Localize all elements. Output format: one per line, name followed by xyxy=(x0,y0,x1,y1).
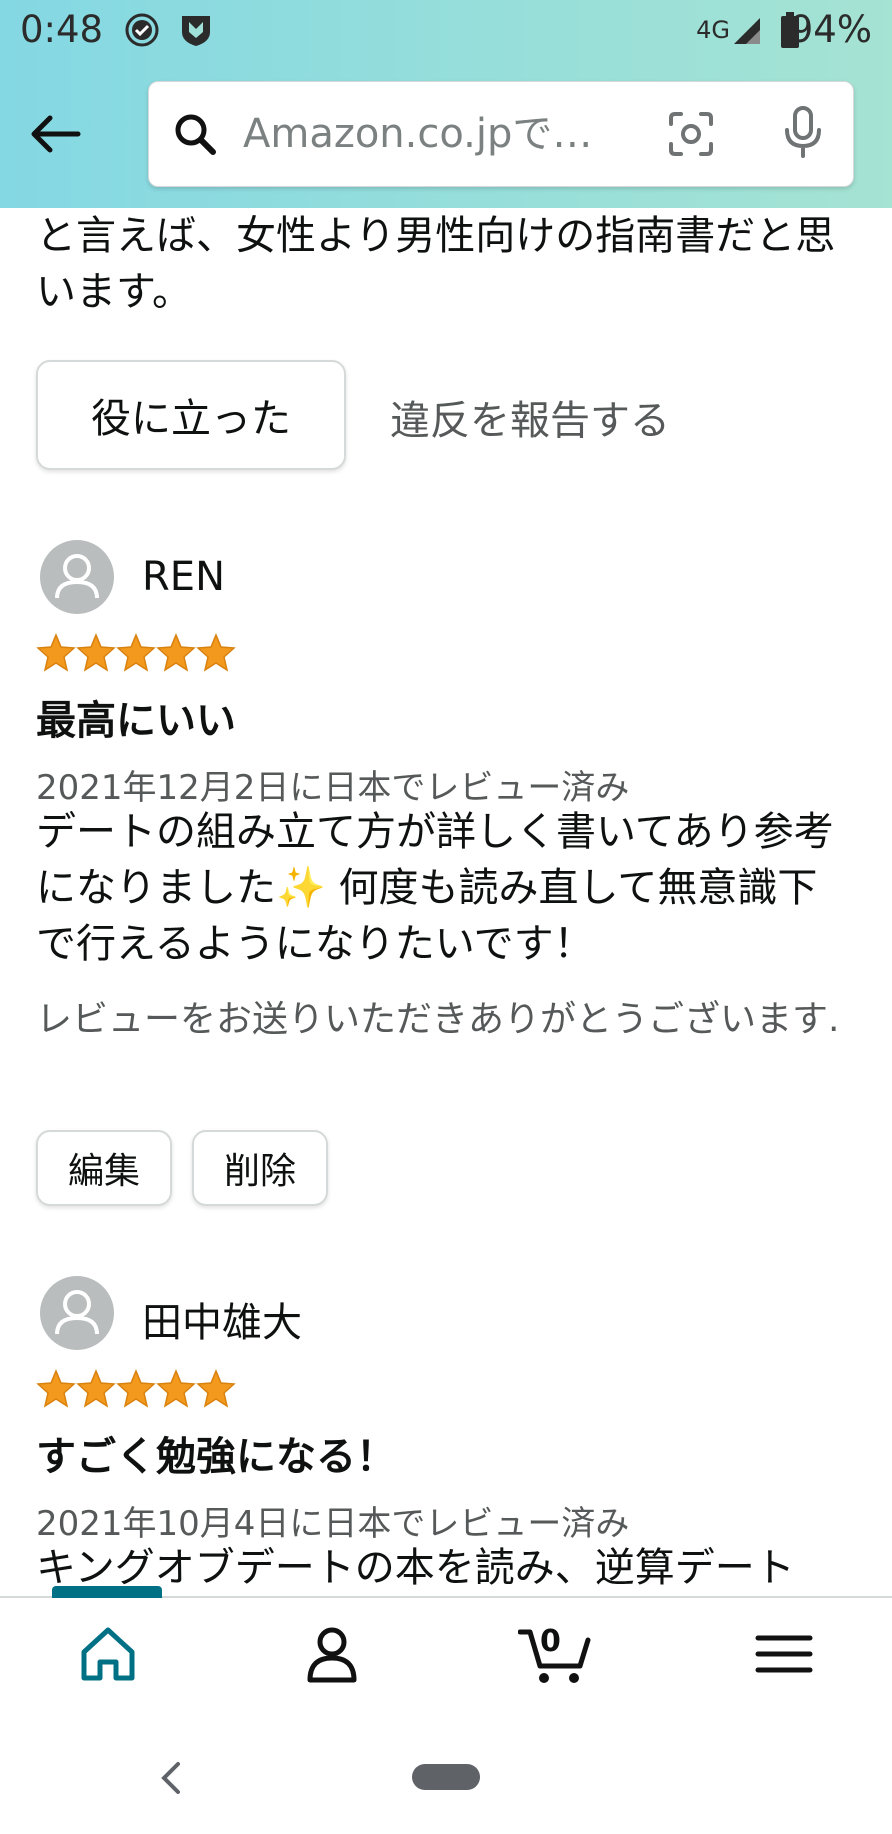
review-card: REN 最高にいい 2021年12月2日に日本でレビュー済み デートの組み立て方… xyxy=(36,540,856,1220)
cart-count: 0 xyxy=(540,1624,561,1659)
system-nav-bar xyxy=(0,1718,892,1834)
check-circle-icon xyxy=(125,13,159,47)
account-icon[interactable] xyxy=(300,1622,364,1686)
star-icon xyxy=(36,1369,76,1408)
active-tab-indicator xyxy=(52,1586,162,1598)
status-bar: 0:48 4G 94% xyxy=(0,0,892,62)
star-icon xyxy=(76,1369,116,1408)
review-card: 田中雄大 すごく勉強になる！ 2021年10月4日に日本でレビュー済み キングオ… xyxy=(36,1276,856,1596)
star-icon xyxy=(196,633,236,672)
helpful-button[interactable]: 役に立った xyxy=(36,360,346,470)
camera-scan-icon[interactable] xyxy=(667,110,715,158)
review-title: 最高にいい xyxy=(36,698,236,744)
star-rating xyxy=(36,1368,236,1408)
star-icon xyxy=(156,1369,196,1408)
signal-icon xyxy=(734,18,760,44)
cart-button[interactable]: 0 xyxy=(518,1622,594,1686)
microphone-icon[interactable] xyxy=(779,106,827,160)
system-back-icon[interactable] xyxy=(156,1758,186,1798)
battery-percent: 94% xyxy=(789,8,872,51)
shield-icon xyxy=(182,16,210,46)
report-abuse-link[interactable]: 違反を報告する xyxy=(390,388,670,446)
menu-icon[interactable] xyxy=(752,1622,816,1686)
network-type: 4G xyxy=(696,16,730,44)
avatar-icon xyxy=(40,1276,114,1350)
star-icon xyxy=(196,1369,236,1408)
search-icon xyxy=(175,114,216,155)
thanks-message: レビューをお送りいただきありがとうございます. xyxy=(36,999,840,1040)
app-header: 0:48 4G 94% xyxy=(0,0,892,208)
previous-review-body: と言えば、女性より男性向けの指南書だと思います。 xyxy=(36,213,836,315)
star-icon xyxy=(76,633,116,672)
back-arrow-icon[interactable] xyxy=(28,112,82,156)
home-icon[interactable] xyxy=(76,1622,140,1686)
star-icon xyxy=(116,633,156,672)
review-date: 2021年10月4日に日本でレビュー済み xyxy=(36,1504,630,1544)
edit-button[interactable]: 編集 xyxy=(36,1130,172,1206)
reviewer-name: 田中雄大 xyxy=(142,1300,302,1346)
review-title: すごく勉強になる！ xyxy=(36,1434,396,1480)
star-icon xyxy=(116,1369,156,1408)
system-home-pill[interactable] xyxy=(412,1764,480,1790)
star-rating xyxy=(36,632,236,672)
reviewer-name: REN xyxy=(142,554,225,600)
review-date: 2021年12月2日に日本でレビュー済み xyxy=(36,768,630,808)
search-bar[interactable] xyxy=(148,81,854,187)
star-icon xyxy=(36,633,76,672)
avatar-icon xyxy=(40,540,114,614)
bottom-nav: 0 xyxy=(0,1586,892,1720)
delete-button[interactable]: 削除 xyxy=(192,1130,328,1206)
star-icon xyxy=(156,633,196,672)
review-body: デートの組み立て方が詳しく書いてあり参考になりました✨ 何度も読み直して無意識下… xyxy=(36,809,834,967)
status-time: 0:48 xyxy=(20,8,104,51)
